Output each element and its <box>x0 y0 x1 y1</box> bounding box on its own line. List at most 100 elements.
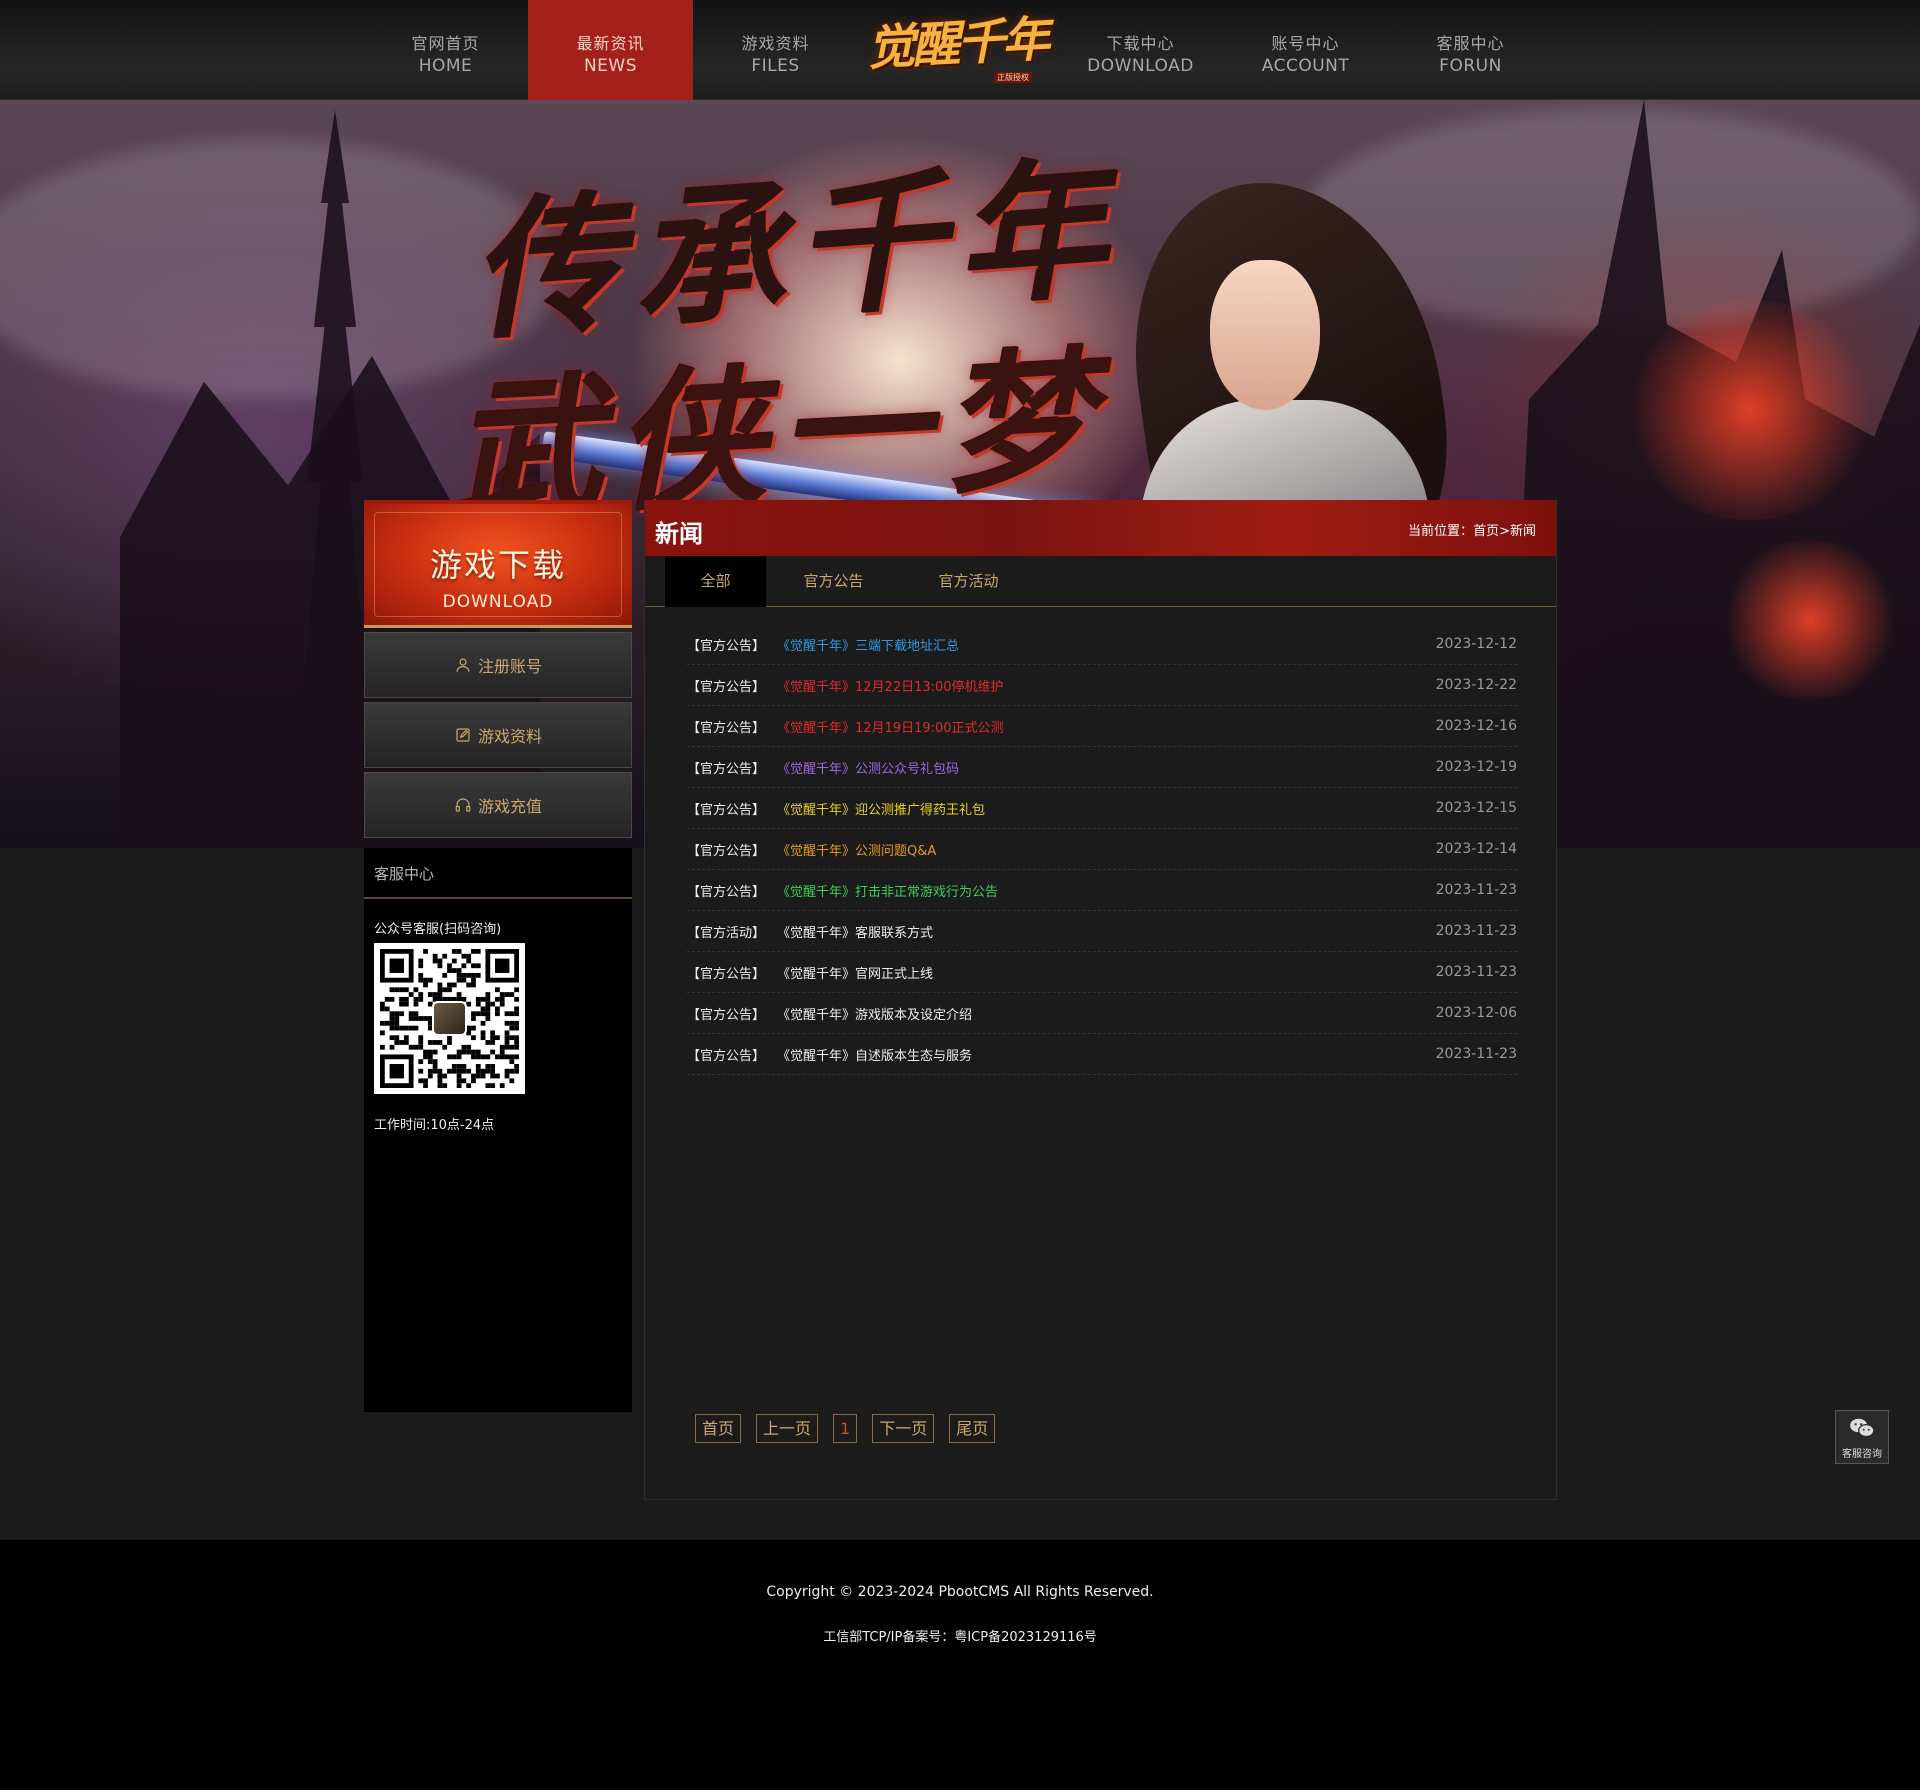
breadcrumb: 当前位置：首页>新闻 <box>1408 520 1536 539</box>
wechat-qr-code <box>374 943 525 1094</box>
logo-text: 觉醒千年 <box>865 11 1049 77</box>
news-row[interactable]: 【官方公告】 《觉醒千年》公测公众号礼包码 2023-12-19 <box>687 747 1517 788</box>
news-title-link[interactable]: 《觉醒千年》三端下载地址汇总 <box>777 635 1436 654</box>
news-row[interactable]: 【官方公告】 《觉醒千年》公测问题Q&A 2023-12-14 <box>687 829 1517 870</box>
news-title-link[interactable]: 《觉醒千年》游戏版本及设定介绍 <box>777 1004 1436 1023</box>
news-row[interactable]: 【官方活动】 《觉醒千年》客服联系方式 2023-11-23 <box>687 911 1517 952</box>
cs-qr-label: 公众号客服(扫码咨询) <box>374 922 502 937</box>
news-row[interactable]: 【官方公告】 《觉醒千年》迎公测推广得药王礼包 2023-12-15 <box>687 788 1517 829</box>
fire-glow <box>1720 540 1900 700</box>
register-account-button[interactable]: 注册账号 <box>364 632 632 698</box>
nav-forum-en: FORUN <box>1439 56 1502 76</box>
register-account-label: 注册账号 <box>477 657 542 676</box>
news-date: 2023-12-15 <box>1435 800 1517 816</box>
nav-account-cn: 账号中心 <box>1271 34 1340 53</box>
nav-files-cn: 游戏资料 <box>741 34 810 53</box>
news-row[interactable]: 【官方公告】 《觉醒千年》游戏版本及设定介绍 2023-12-06 <box>687 993 1517 1034</box>
news-header: 新闻 当前位置：首页>新闻 <box>645 500 1556 556</box>
news-row[interactable]: 【官方公告】 《觉醒千年》官网正式上线 2023-11-23 <box>687 952 1517 993</box>
floating-cs-label: 客服咨询 <box>1842 1449 1882 1460</box>
nav-forum-cn: 客服中心 <box>1436 34 1505 53</box>
logo-subtext: 正版授权 <box>994 72 1032 83</box>
edit-icon <box>456 728 470 742</box>
news-category: 【官方公告】 <box>687 761 766 777</box>
news-title-link[interactable]: 《觉醒千年》迎公测推广得药王礼包 <box>777 799 1436 818</box>
nav-files-en: FILES <box>751 56 800 76</box>
news-title-link[interactable]: 《觉醒千年》12月22日13:00停机维护 <box>777 676 1436 695</box>
news-category: 【官方活动】 <box>687 925 766 941</box>
page-next[interactable]: 下一页 <box>872 1414 935 1443</box>
news-date: 2023-11-23 <box>1435 923 1517 939</box>
nav-download-cn: 下载中心 <box>1106 34 1175 53</box>
customer-service-panel: 客服中心 公众号客服(扫码咨询) 工作时间:10点-24点 <box>364 848 632 1412</box>
news-date: 2023-12-16 <box>1435 718 1517 734</box>
user-icon <box>456 658 470 672</box>
breadcrumb-current[interactable]: 新闻 <box>1510 524 1536 539</box>
headset-icon <box>455 798 471 812</box>
page-title: 新闻 <box>655 520 703 548</box>
page-last[interactable]: 尾页 <box>949 1414 996 1443</box>
news-category: 【官方公告】 <box>687 843 766 859</box>
news-category: 【官方公告】 <box>687 966 766 982</box>
floating-cs-button[interactable]: 客服咨询 <box>1835 1410 1889 1464</box>
nav-download[interactable]: 下载中心 DOWNLOAD <box>1058 0 1223 100</box>
page-prev[interactable]: 上一页 <box>756 1414 819 1443</box>
news-row[interactable]: 【官方公告】 《觉醒千年》12月22日13:00停机维护 2023-12-22 <box>687 665 1517 706</box>
game-recharge-button[interactable]: 游戏充值 <box>364 772 632 838</box>
news-title-link[interactable]: 《觉醒千年》公测问题Q&A <box>777 840 1436 859</box>
breadcrumb-separator: > <box>1499 524 1510 539</box>
news-panel: 新闻 当前位置：首页>新闻 全部 官方公告 官方活动 【官方公告】 《觉醒千年》三… <box>644 500 1557 1500</box>
news-category: 【官方公告】 <box>687 884 766 900</box>
news-row[interactable]: 【官方公告】 《觉醒千年》自述版本生态与服务 2023-11-23 <box>687 1034 1517 1075</box>
site-logo[interactable]: 觉醒千年 正版授权 <box>862 11 1052 92</box>
game-info-button[interactable]: 游戏资料 <box>364 702 632 768</box>
news-date: 2023-11-23 <box>1435 964 1517 980</box>
news-title-link[interactable]: 《觉醒千年》自述版本生态与服务 <box>777 1045 1436 1064</box>
news-title-link[interactable]: 《觉醒千年》官网正式上线 <box>777 963 1436 982</box>
page-first[interactable]: 首页 <box>695 1414 742 1443</box>
news-category: 【官方公告】 <box>687 802 766 818</box>
breadcrumb-home[interactable]: 首页 <box>1473 524 1499 539</box>
news-title-link[interactable]: 《觉醒千年》客服联系方式 <box>777 922 1436 941</box>
pagination: 首页 上一页 1 下一页 尾页 <box>695 1414 1010 1443</box>
breadcrumb-prefix: 当前位置： <box>1408 524 1474 539</box>
qr-logo <box>432 1001 467 1036</box>
news-row[interactable]: 【官方公告】 《觉醒千年》三端下载地址汇总 2023-12-12 <box>687 624 1517 665</box>
cs-working-hours: 工作时间:10点-24点 <box>374 1118 495 1133</box>
news-date: 2023-12-22 <box>1435 677 1517 693</box>
news-date: 2023-12-19 <box>1435 759 1517 775</box>
fire-glow <box>1620 300 1880 520</box>
news-title-link[interactable]: 《觉醒千年》打击非正常游戏行为公告 <box>777 881 1436 900</box>
game-download-button[interactable]: 游戏下载 DOWNLOAD <box>364 500 632 628</box>
news-title-link[interactable]: 《觉醒千年》12月19日19:00正式公测 <box>777 717 1436 736</box>
nav-news-cn: 最新资讯 <box>576 34 645 53</box>
footer-copyright: Copyright © 2023-2024 PbootCMS All Right… <box>766 1584 1154 1600</box>
news-tabs: 全部 官方公告 官方活动 <box>645 556 1556 607</box>
nav-files[interactable]: 游戏资料 FILES <box>693 0 858 100</box>
nav-news-en: NEWS <box>583 56 638 76</box>
nav-news[interactable]: 最新资讯 NEWS <box>528 0 693 100</box>
news-category: 【官方公告】 <box>687 1048 766 1064</box>
nav-home-cn: 官网首页 <box>411 34 480 53</box>
nav-account-en: ACCOUNT <box>1261 56 1350 76</box>
page-number[interactable]: 1 <box>833 1414 858 1443</box>
footer-icp[interactable]: 工信部TCP/IP备案号：粤ICP备2023129116号 <box>0 1626 1920 1645</box>
cs-title: 客服中心 <box>364 848 632 899</box>
news-date: 2023-12-14 <box>1435 841 1517 857</box>
tab-all[interactable]: 全部 <box>665 556 766 607</box>
footer: Copyright © 2023-2024 PbootCMS All Right… <box>0 1540 1920 1790</box>
news-row[interactable]: 【官方公告】 《觉醒千年》12月19日19:00正式公测 2023-12-16 <box>687 706 1517 747</box>
tab-official-event[interactable]: 官方活动 <box>901 556 1036 607</box>
wechat-icon <box>1850 1418 1875 1438</box>
news-category: 【官方公告】 <box>687 1007 766 1023</box>
news-row[interactable]: 【官方公告】 《觉醒千年》打击非正常游戏行为公告 2023-11-23 <box>687 870 1517 911</box>
news-title-link[interactable]: 《觉醒千年》公测公众号礼包码 <box>777 758 1436 777</box>
nav-account[interactable]: 账号中心 ACCOUNT <box>1223 0 1388 100</box>
tab-official-notice[interactable]: 官方公告 <box>766 556 901 607</box>
nav-home-en: HOME <box>418 56 473 76</box>
nav-forum[interactable]: 客服中心 FORUN <box>1388 0 1553 100</box>
news-list: 【官方公告】 《觉醒千年》三端下载地址汇总 2023-12-12 【官方公告】 《觉醒千… <box>687 624 1517 1075</box>
news-date: 2023-11-23 <box>1435 1046 1517 1062</box>
game-info-label: 游戏资料 <box>477 727 542 746</box>
nav-home[interactable]: 官网首页 HOME <box>363 0 528 100</box>
